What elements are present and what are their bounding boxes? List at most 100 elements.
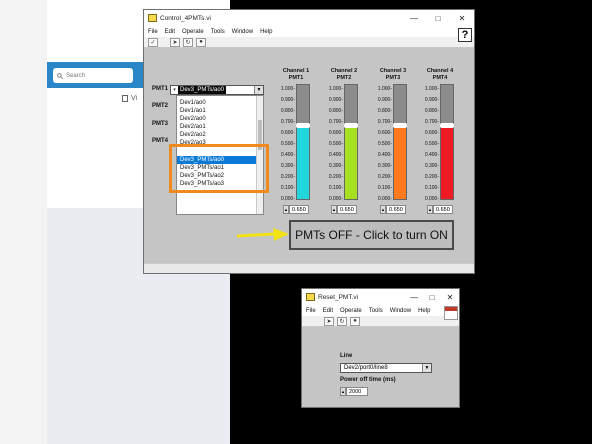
channel-1-title: Channel 1 PMT1 (275, 68, 317, 82)
dropdown-item[interactable]: Dev2/ao1 (177, 123, 263, 131)
scale-tick-label: 0.000- (424, 196, 439, 202)
channel-4-level-slider[interactable] (440, 84, 454, 200)
ok-button[interactable]: ✓ (148, 37, 158, 47)
scale-tick-label: 0.400- (280, 152, 295, 158)
slider-handle[interactable] (296, 123, 310, 129)
maximize-button[interactable]: □ (423, 289, 441, 305)
scale-tick-label: 0.200- (280, 174, 295, 180)
channel-1-level-slider[interactable] (296, 84, 310, 200)
run-continuously-button[interactable]: ↻ (183, 37, 193, 47)
scale-tick-label: 0.600- (424, 130, 439, 136)
scale-tick-label: 0.700- (280, 119, 295, 125)
ring-decrement-icon[interactable]: ▾ (171, 86, 178, 94)
scale-tick-label: 0.500- (377, 141, 392, 147)
reset-window-title: Reset_PMT.vi (318, 293, 359, 301)
pmt-power-toggle-button[interactable]: PMTs OFF - Click to turn ON (289, 220, 454, 250)
pmt1-channel-select[interactable]: ▾ Dev3_PMTs/ao0 ▼ (170, 85, 264, 95)
scale-tick-label: 0.800- (377, 108, 392, 114)
minimize-button[interactable]: — (402, 10, 426, 26)
vi-label: Vi (131, 95, 138, 102)
slider-handle[interactable] (440, 123, 454, 129)
channel-3-value-input[interactable]: ▲ 0.650 (380, 205, 408, 214)
maximize-button[interactable]: □ (426, 10, 450, 26)
slider-handle[interactable] (344, 123, 358, 129)
channel-2-title: Channel 2 PMT2 (323, 68, 365, 82)
channel-value[interactable]: 0.650 (386, 205, 406, 214)
close-button[interactable]: ✕ (450, 10, 474, 26)
scale-tick-label: 0.200- (424, 174, 439, 180)
scale-tick-label: 0.800- (328, 108, 343, 114)
dropdown-item[interactable]: Dev2/ao0 (177, 115, 263, 123)
vi-list-item[interactable]: Vi (122, 95, 137, 102)
run-continuously-button[interactable]: ↻ (337, 316, 347, 326)
scale-tick-label: 0.800- (280, 108, 295, 114)
main-toolbar: ✓ ➤ ↻ ● (144, 37, 474, 48)
run-button[interactable]: ➤ (170, 37, 180, 47)
search-input[interactable]: Search (53, 68, 133, 83)
menu-operate[interactable]: Operate (340, 308, 362, 314)
channel-2-value-input[interactable]: ▲ 0.650 (331, 205, 359, 214)
scale-tick-label: 0.600- (280, 130, 295, 136)
stop-icon: ● (199, 39, 203, 45)
menu-help[interactable]: Help (418, 308, 430, 314)
menu-edit[interactable]: Edit (323, 308, 333, 314)
menu-operate[interactable]: Operate (182, 29, 204, 35)
slider-handle[interactable] (393, 123, 407, 129)
menu-help[interactable]: Help (260, 29, 272, 35)
channel-value[interactable]: 0.650 (433, 205, 453, 214)
channel-2-level-slider[interactable] (344, 84, 358, 200)
control-4pmts-window: Control_4PMTs.vi — □ ✕ File Edit Operate… (143, 9, 475, 274)
dropdown-item[interactable]: Dev1/ao1 (177, 107, 263, 115)
menu-file[interactable]: File (306, 308, 316, 314)
help-symbol: ? (461, 29, 469, 41)
power-off-time-input[interactable]: ▲ 2000 (340, 387, 368, 396)
line-select[interactable]: Dev2/port0/line8 ▼ (340, 363, 432, 373)
stop-icon: ● (353, 318, 357, 324)
scale-tick-label: 0.600- (377, 130, 392, 136)
abort-button[interactable]: ● (350, 316, 360, 326)
menu-tools[interactable]: Tools (369, 308, 383, 314)
minimize-button[interactable]: — (405, 289, 423, 305)
annotation-arrow-icon (237, 228, 289, 241)
search-icon (57, 72, 63, 79)
channel-name: Channel 2 (330, 68, 358, 74)
scale-tick-label: 0.200- (328, 174, 343, 180)
dropdown-arrow-icon[interactable]: ▼ (254, 86, 263, 94)
close-button[interactable]: ✕ (441, 289, 459, 305)
dropdown-item[interactable]: Dev1/ao0 (177, 99, 263, 107)
dropdown-arrow-icon[interactable]: ▼ (422, 364, 431, 372)
pmt2-label: PMT2 (152, 103, 169, 109)
scale-tick-label: 0.000- (377, 196, 392, 202)
power-off-value[interactable]: 2000 (346, 387, 368, 396)
reset-front-panel: Line Dev2/port0/line8 ▼ Power off time (… (302, 327, 459, 407)
channel-3-level-slider[interactable] (393, 84, 407, 200)
horizontal-scrollbar[interactable] (144, 263, 474, 273)
checkmark-icon: ✓ (150, 39, 156, 46)
slider-fill (394, 126, 406, 199)
dropdown-item[interactable]: Dev2/ao2 (177, 131, 263, 139)
menu-edit[interactable]: Edit (165, 29, 175, 35)
context-help-button[interactable]: ? (458, 28, 472, 42)
channel-value[interactable]: 0.650 (337, 205, 357, 214)
scale-tick-label: 0.600- (328, 130, 343, 136)
main-menubar: File Edit Operate Tools Window Help (144, 26, 474, 37)
scale-tick-label: 0.400- (328, 152, 343, 158)
channel-3-scale: 1.000- 0.900- 0.800- 0.700- 0.600- 0.500- 0.40… (368, 86, 392, 202)
run-button[interactable]: ➤ (324, 316, 334, 326)
channel-1-value-input[interactable]: ▲ 0.650 (283, 205, 311, 214)
scale-tick-label: 0.100- (424, 185, 439, 191)
menu-window[interactable]: Window (232, 29, 253, 35)
run-arrow-icon: ➤ (172, 39, 178, 46)
menu-tools[interactable]: Tools (211, 29, 225, 35)
annotation-highlight-box (169, 144, 269, 193)
reset-pmt-window: Reset_PMT.vi — □ ✕ File Edit Operate Too… (301, 288, 460, 408)
front-panel: PMT1 PMT2 PMT3 PMT4 ▾ Dev3_PMTs/ao0 ▼ De… (144, 48, 474, 263)
menu-window[interactable]: Window (390, 308, 411, 314)
abort-button[interactable]: ● (196, 37, 206, 47)
menu-file[interactable]: File (148, 29, 158, 35)
channel-name: Channel 1 (282, 68, 310, 74)
scale-tick-label: 0.000- (280, 196, 295, 202)
channel-value[interactable]: 0.650 (289, 205, 309, 214)
channel-4-value-input[interactable]: ▲ 0.650 (427, 205, 455, 214)
reset-titlebar: Reset_PMT.vi — □ ✕ (302, 289, 459, 305)
